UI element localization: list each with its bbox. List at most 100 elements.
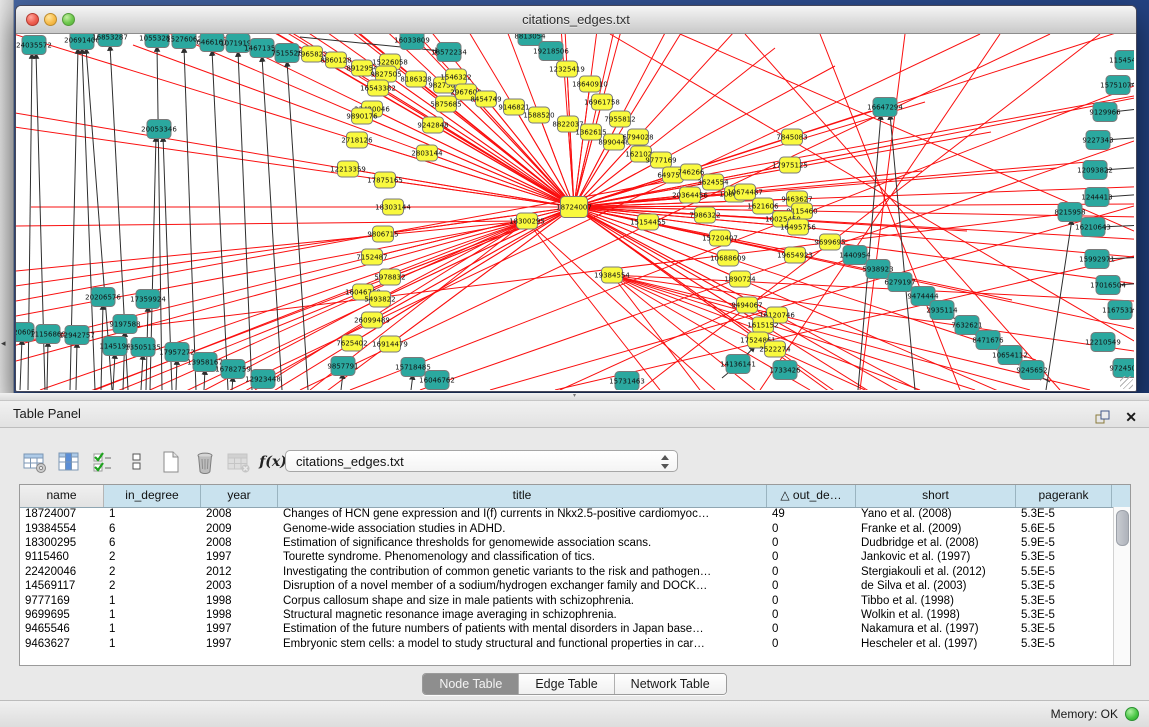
column-header-0[interactable]: name xyxy=(20,485,104,507)
network-window-titlebar[interactable]: citations_edges.txt xyxy=(16,6,1136,34)
table-cell: 2 xyxy=(104,551,201,563)
network-canvas[interactable]: 2403557220691406168532871055328715276062… xyxy=(16,34,1134,390)
table-cell: 9465546 xyxy=(20,623,104,635)
table-row[interactable]: 1830029562008Estimation of significance … xyxy=(20,536,1114,550)
graph-node-label: 7955812 xyxy=(604,115,635,123)
graph-node-label: 11545408 xyxy=(1109,56,1134,64)
window-minimize-button[interactable] xyxy=(44,13,57,26)
tab-edge-table[interactable]: Edge Table xyxy=(518,674,613,694)
graph-node-label: 8471676 xyxy=(972,336,1004,344)
graph-node-label: 18724007 xyxy=(556,203,592,211)
table-row[interactable]: 946554611997Estimation of the future num… xyxy=(20,622,1114,636)
window-zoom-button[interactable] xyxy=(62,13,75,26)
graph-node-label: 16961758 xyxy=(584,98,620,106)
graph-edge xyxy=(113,353,115,390)
graph-node-label: 17875165 xyxy=(367,176,403,184)
graph-edge xyxy=(378,88,574,207)
table-cell: Disruption of a novel member of a sodium… xyxy=(278,580,767,592)
graph-node-label: 7986322 xyxy=(689,211,720,219)
window-resize-grip[interactable] xyxy=(1120,376,1133,389)
graph-node-label: 9474444 xyxy=(907,292,939,300)
float-panel-icon[interactable] xyxy=(1095,407,1111,421)
table-cell: 0 xyxy=(767,537,856,549)
table-row[interactable]: 977716911998Corpus callosum shape and si… xyxy=(20,593,1114,607)
window-close-button[interactable] xyxy=(26,13,39,26)
column-header-4[interactable]: △ out_de… xyxy=(767,485,856,507)
graph-node-label: 20053346 xyxy=(141,125,177,133)
table-cell: 2 xyxy=(104,580,201,592)
table-cell: 9699695 xyxy=(20,609,104,621)
table-cell: Estimation of significance thresholds fo… xyxy=(278,537,767,549)
graph-node-label: 9806715 xyxy=(367,230,398,238)
table-row[interactable]: 1456911722003Disruption of a novel membe… xyxy=(20,579,1114,593)
table-selector-dropdown[interactable]: citations_edges.txt xyxy=(285,450,678,472)
west-panel-collapsed-strip[interactable]: ◂ xyxy=(0,0,14,393)
row-height-icon[interactable] xyxy=(124,449,150,475)
new-table-document-icon[interactable] xyxy=(158,449,184,475)
graph-edge xyxy=(47,341,48,390)
graph-node-label: 9227343 xyxy=(1082,136,1113,144)
delete-trash-icon[interactable] xyxy=(192,449,218,475)
graph-node-label: 2935114 xyxy=(926,306,958,314)
network-view-window[interactable]: citations_edges.txt 24035572206914061685… xyxy=(15,5,1137,392)
graph-node-label: 2803144 xyxy=(411,149,443,157)
graph-node-label: 26099489 xyxy=(354,316,390,324)
graph-node-label: 9245652 xyxy=(1016,366,1047,374)
select-rows-checklist-icon[interactable] xyxy=(90,449,116,475)
tab-node-table[interactable]: Node Table xyxy=(423,674,518,694)
graph-node-label: 9197588 xyxy=(109,320,140,328)
table-cell: 0 xyxy=(767,551,856,563)
column-header-1[interactable]: in_degree xyxy=(104,485,201,507)
graph-node-label: 1890724 xyxy=(724,275,756,283)
table-cell: Franke et al. (2009) xyxy=(856,523,1016,535)
table-row[interactable]: 2242004622012Investigating the contribut… xyxy=(20,565,1114,579)
close-panel-icon[interactable]: ✕ xyxy=(1125,404,1137,430)
graph-node-label: 7845083 xyxy=(776,133,807,141)
graph-edge xyxy=(890,114,915,390)
table-cell: Yano et al. (2008) xyxy=(856,508,1016,520)
table-cell: 5.3E-5 xyxy=(1016,580,1112,592)
graph-node-label: 5978832 xyxy=(374,273,405,281)
graph-node-label: 9857791 xyxy=(327,362,358,370)
table-row[interactable]: 1872400712008Changes of HCN gene express… xyxy=(20,507,1114,521)
graph-node-label: 16853287 xyxy=(92,34,128,41)
table-row[interactable]: 969969511998Structural magnetic resonanc… xyxy=(20,608,1114,622)
table-vertical-scrollbar[interactable] xyxy=(1113,507,1130,665)
column-header-2[interactable]: year xyxy=(201,485,278,507)
status-bar: Memory: OK xyxy=(0,700,1149,727)
table-cell: 22420046 xyxy=(20,566,104,578)
function-builder-icon[interactable]: f(x) xyxy=(260,449,286,475)
column-header-5[interactable]: short xyxy=(856,485,1016,507)
panel-collapse-arrow-icon[interactable]: ◂ xyxy=(1,338,6,349)
splitter-handle-icon[interactable]: ▾ xyxy=(573,393,576,399)
graph-node-label: 12942757 xyxy=(59,331,95,339)
table-row[interactable]: 1938455462009Genome-wide association stu… xyxy=(20,521,1114,535)
table-cell: 1 xyxy=(104,595,201,607)
table-cell: 5.6E-5 xyxy=(1016,523,1112,535)
graph-edge xyxy=(390,207,574,277)
table-cell: 2008 xyxy=(201,508,278,520)
scrollbar-thumb[interactable] xyxy=(1116,510,1129,546)
table-row[interactable]: 946362711997Embryonic stem cells: a mode… xyxy=(20,637,1114,651)
table-row[interactable]: 911546021997Tourette syndrome. Phenomeno… xyxy=(20,550,1114,564)
column-header-6[interactable]: pagerank xyxy=(1016,485,1112,507)
graph-edge xyxy=(16,221,527,271)
graph-node-label: 1244413 xyxy=(1081,193,1112,201)
graph-node-label: 15731463 xyxy=(609,377,645,385)
table-cell: 5.3E-5 xyxy=(1016,623,1112,635)
graph-node-label: 746266 xyxy=(678,168,705,176)
panel-splitter[interactable]: ▾ xyxy=(0,393,1149,401)
column-header-3[interactable]: title xyxy=(278,485,767,507)
graph-node-label: 8813054 xyxy=(514,34,546,40)
table-cell: 0 xyxy=(767,609,856,621)
table-cell: 2012 xyxy=(201,566,278,578)
show-columns-icon[interactable] xyxy=(56,449,82,475)
table-cell: 9463627 xyxy=(20,638,104,650)
table-cell: 0 xyxy=(767,580,856,592)
network-graph[interactable]: 2403557220691406168532871055328715276062… xyxy=(16,34,1134,390)
tab-network-table[interactable]: Network Table xyxy=(614,674,726,694)
graph-node-label: 1588520 xyxy=(523,111,554,119)
table-cell: 9777169 xyxy=(20,595,104,607)
table-cell: Changes of HCN gene expression and I(f) … xyxy=(278,508,767,520)
table-settings-icon[interactable] xyxy=(22,449,48,475)
